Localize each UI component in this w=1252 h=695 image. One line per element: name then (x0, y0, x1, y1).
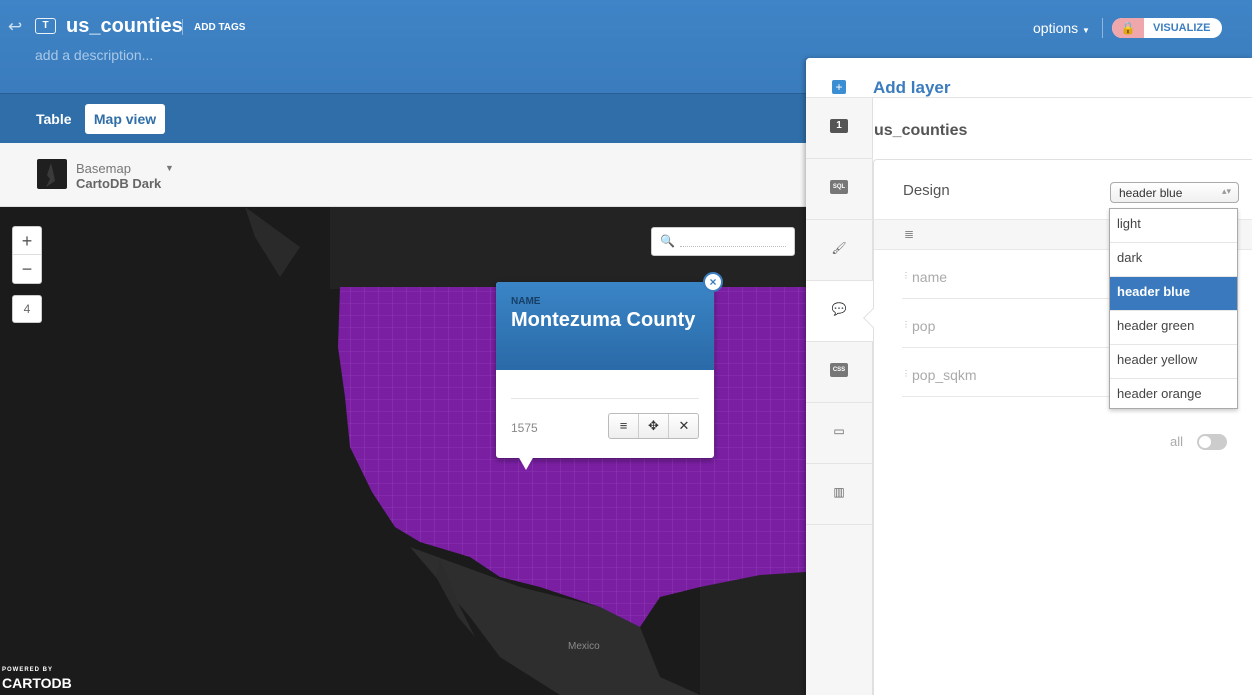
rail-infowindow[interactable]: 💬 (806, 281, 873, 342)
search-underline (680, 246, 786, 247)
view-tab-bar: Table Map view (0, 93, 806, 143)
visualize-label: VISUALIZE (1153, 22, 1211, 34)
infowindow-icon: 💬 (831, 302, 847, 316)
design-option-header-green[interactable]: header green (1110, 311, 1237, 345)
basemap-value[interactable]: CartoDB Dark (76, 176, 161, 191)
all-label: all (1170, 434, 1184, 449)
infowindow-field-name: NAME (511, 296, 541, 307)
basemap-label[interactable]: Basemap (76, 161, 131, 176)
popup-close-button[interactable]: × (703, 272, 723, 292)
rail-layer-number[interactable]: 1 (806, 98, 873, 159)
title-divider (182, 19, 183, 35)
infowindow-divider (511, 398, 699, 399)
tab-map-view[interactable]: Map view (85, 104, 165, 134)
add-layer-plus-icon: + (832, 80, 846, 94)
design-label: Design (903, 182, 950, 199)
rail-sql[interactable]: SQL (806, 159, 873, 220)
rail-css[interactable]: CSS (806, 342, 873, 403)
cartodb-logo[interactable]: CARTODB (2, 675, 72, 691)
all-fields-toggle[interactable] (1197, 434, 1227, 450)
legend-icon: ▭ (833, 424, 845, 438)
search-icon: 🔍 (660, 234, 675, 248)
rail-legend[interactable]: ▭ (806, 403, 873, 464)
options-menu-button[interactable]: options ▼ (1033, 20, 1090, 36)
add-layer-label: Add layer (873, 78, 951, 97)
layer-name[interactable]: us_counties (874, 122, 967, 140)
sql-icon: SQL (830, 180, 848, 194)
design-select[interactable]: header blue ▴▾ (1110, 182, 1239, 203)
basemap-bar: Basemap CartoDB Dark ▼ (0, 143, 806, 207)
options-label: options (1033, 20, 1079, 36)
design-option-dark[interactable]: dark (1110, 243, 1237, 277)
chevron-down-icon: ▼ (1082, 26, 1090, 35)
back-arrow-icon[interactable]: ↩ (8, 17, 22, 37)
drag-handle-icon[interactable]: ⋮ (902, 271, 910, 280)
field-name: pop (912, 318, 936, 334)
list-icon[interactable]: ≡ (609, 414, 639, 438)
infowindow-header: NAME Montezuma County (496, 282, 714, 370)
design-option-header-yellow[interactable]: header yellow (1110, 345, 1237, 379)
table-title[interactable]: us_counties (66, 15, 183, 38)
lock-icon: 🔒 (1112, 18, 1144, 38)
add-tags-link[interactable]: ADD TAGS (194, 22, 245, 33)
design-dropdown-list: light dark header blue header green head… (1109, 208, 1238, 409)
rail-filters[interactable]: ▥ (806, 464, 873, 525)
toggle-knob (1199, 436, 1211, 448)
design-option-header-blue[interactable]: header blue (1110, 277, 1237, 311)
map-label-mexico: Mexico (568, 641, 600, 652)
rail-wizard[interactable]: 🖌 (806, 220, 873, 281)
field-name: name (912, 269, 948, 285)
move-icon[interactable]: ✥ (639, 414, 669, 438)
drag-handle-icon[interactable]: ⋮ (902, 320, 910, 329)
infowindow-popup: NAME Montezuma County 1575 ≡ ✥ ✕ (496, 282, 714, 470)
text-lines-icon: ≣ (904, 227, 915, 241)
zoom-control: + − (12, 226, 42, 284)
infowindow-tip (518, 456, 534, 470)
basemap-thumbnail[interactable] (37, 159, 67, 189)
infowindow-value: 1575 (511, 421, 538, 435)
zoom-in-button[interactable]: + (13, 227, 41, 255)
select-arrows-icon: ▴▾ (1221, 186, 1231, 196)
description-input[interactable]: add a description... (35, 47, 153, 63)
powered-by-label: POWERED BY (2, 667, 54, 673)
add-layer-bar[interactable]: + Add layer (806, 58, 1252, 98)
tab-table[interactable]: Table (36, 111, 72, 127)
basemap-chevron-down-icon[interactable]: ▼ (165, 163, 174, 173)
header-divider (1102, 18, 1103, 38)
close-icon[interactable]: ✕ (669, 414, 699, 438)
infowindow-field-value: Montezuma County (511, 309, 696, 331)
design-option-light[interactable]: light (1110, 209, 1237, 243)
wizard-icon: 🖌 (831, 241, 847, 255)
infowindow-actions: ≡ ✥ ✕ (608, 413, 699, 439)
filters-icon: ▥ (833, 485, 845, 499)
layer-tool-rail: 1 SQL 🖌 💬 CSS ▭ ▥ 💡 (806, 98, 873, 695)
zoom-level: 4 (12, 295, 42, 323)
design-option-header-orange[interactable]: header orange (1110, 379, 1237, 413)
table-type-badge: T (35, 18, 56, 34)
map-search-input[interactable]: 🔍 (651, 227, 795, 256)
layer-number-icon: 1 (830, 119, 848, 133)
zoom-out-button[interactable]: − (13, 255, 41, 283)
visualize-button[interactable]: 🔒 VISUALIZE (1112, 18, 1222, 38)
design-select-value: header blue (1119, 186, 1183, 200)
field-name: pop_sqkm (912, 367, 977, 383)
drag-handle-icon[interactable]: ⋮ (902, 369, 910, 378)
css-icon: CSS (830, 363, 848, 377)
